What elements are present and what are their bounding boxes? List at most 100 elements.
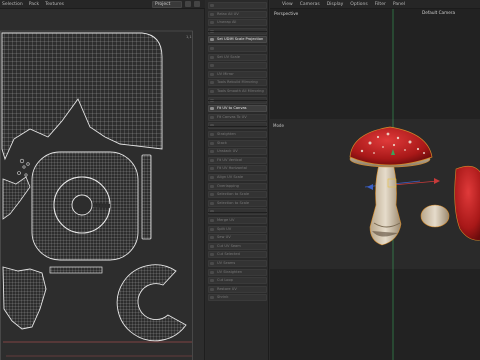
tool-separator bbox=[208, 125, 267, 127]
tool-item[interactable]: Fit Canvas To UV bbox=[208, 113, 267, 121]
tool-item-label: Relax All UV bbox=[217, 11, 239, 16]
menu-view[interactable]: View bbox=[282, 2, 293, 7]
tool-item-label: Align UV Scale bbox=[217, 175, 244, 179]
uv-island-stem-strip bbox=[141, 154, 152, 240]
tool-item-icon bbox=[210, 72, 214, 76]
tool-item[interactable] bbox=[208, 2, 267, 9]
tool-item-label: Cut Loop bbox=[217, 278, 233, 283]
tool-item[interactable]: Merge UV bbox=[208, 217, 267, 224]
3d-viewport[interactable]: View Cameras Display Options Filter Pane… bbox=[270, 0, 480, 360]
tool-item-icon bbox=[210, 150, 214, 154]
project-dropdown[interactable]: Project bbox=[152, 1, 182, 8]
tool-item-icon bbox=[210, 279, 214, 283]
uv-island-ring-hole bbox=[71, 194, 93, 216]
tool-item[interactable]: UV Mirror bbox=[208, 70, 267, 78]
settings-icon[interactable] bbox=[185, 1, 191, 7]
tool-item-icon bbox=[210, 270, 214, 274]
perspective-label[interactable]: Perspective bbox=[274, 11, 298, 16]
tool-item[interactable]: Cut Selected bbox=[208, 251, 267, 259]
tool-item[interactable]: Split UV bbox=[208, 225, 267, 233]
tool-separator bbox=[208, 31, 267, 33]
uv-editor-menubar: Selection Pack Textures Project bbox=[0, 0, 205, 9]
uv-island-bottom-left bbox=[2, 266, 47, 330]
tool-item-icon bbox=[210, 227, 214, 231]
tool-item-icon bbox=[210, 81, 214, 85]
tool-item-icon bbox=[210, 133, 214, 136]
tool-item-label: Selection to Scale bbox=[217, 192, 250, 197]
tool-item[interactable]: Unstack UV bbox=[208, 148, 267, 156]
tool-item-label: Unwrap All bbox=[217, 20, 237, 25]
uv-island-cap-top bbox=[1, 32, 163, 161]
tool-item[interactable]: UV Straighten bbox=[208, 268, 267, 276]
menu-options[interactable]: Options bbox=[350, 2, 367, 7]
tool-item[interactable]: Sew UV bbox=[208, 234, 267, 242]
tool-separator bbox=[208, 100, 267, 102]
tool-item[interactable] bbox=[208, 45, 267, 52]
tool-item-icon bbox=[210, 193, 214, 197]
tool-item-icon bbox=[210, 21, 214, 25]
tool-item-icon bbox=[210, 236, 214, 240]
tool-item[interactable]: Shrink bbox=[208, 294, 267, 302]
tool-item-label: Stack bbox=[217, 140, 227, 145]
uv-editor-panel[interactable]: Selection Pack Textures Project 1,1 bbox=[0, 0, 205, 360]
tool-item[interactable]: Stack bbox=[208, 139, 267, 147]
tool-item[interactable]: Unwrap All bbox=[208, 19, 267, 27]
tool-item-label: Unstack UV bbox=[217, 149, 238, 154]
tool-item-icon bbox=[210, 90, 214, 93]
tool-item-label: Set UDIM Scale Projection bbox=[217, 37, 264, 42]
tool-item[interactable]: Selection to Scale bbox=[208, 191, 267, 199]
tool-item[interactable]: Fit UV Horizontal bbox=[208, 165, 267, 173]
tool-item-label: Overlapping bbox=[217, 183, 239, 188]
menu-cameras[interactable]: Cameras bbox=[300, 2, 320, 7]
tool-item-icon bbox=[210, 158, 214, 162]
project-dropdown-value: Project bbox=[155, 2, 171, 7]
tool-item-label: Cut Selected bbox=[217, 252, 240, 257]
camera-label[interactable]: Default Camera bbox=[422, 10, 455, 15]
tool-item-icon bbox=[210, 262, 214, 265]
tool-item[interactable]: Cut UV Seam bbox=[208, 242, 267, 250]
uv-canvas[interactable]: 1,1 bbox=[0, 9, 205, 360]
expand-icon[interactable] bbox=[194, 1, 200, 7]
uv-island-small-dots bbox=[17, 158, 30, 177]
tool-item[interactable]: Fit UV to Canvas bbox=[208, 105, 267, 113]
tool-item[interactable]: Straighten bbox=[208, 131, 267, 138]
tool-item-label: Split UV bbox=[217, 226, 232, 231]
tool-item-label: Tools Smooth All Mirroring bbox=[217, 89, 264, 93]
uv-tile-label: 1,1 bbox=[186, 35, 192, 39]
tool-item-icon bbox=[210, 107, 214, 111]
tool-item[interactable]: Overlapping bbox=[208, 182, 267, 190]
tool-item[interactable]: Restore UV bbox=[208, 285, 267, 293]
uv-tools-panel: Relax All UV Unwrap All Set UDIM Scale Pro… bbox=[206, 0, 269, 360]
tool-item-icon bbox=[210, 141, 214, 145]
tool-item[interactable]: Set UV Scale bbox=[208, 53, 267, 61]
menu-display[interactable]: Display bbox=[327, 2, 344, 7]
tool-item[interactable]: Relax All UV bbox=[208, 10, 267, 18]
tool-item-icon bbox=[210, 184, 214, 188]
tool-item-icon bbox=[210, 201, 214, 205]
tool-item-label: Fit UV Vertical bbox=[217, 157, 243, 162]
menu-pack[interactable]: Pack bbox=[29, 2, 39, 7]
tool-item-label: Fit UV to Canvas bbox=[217, 106, 247, 111]
tool-item[interactable]: Tools Smooth All Mirroring bbox=[208, 88, 267, 95]
tool-item-label: Shrink bbox=[217, 295, 229, 300]
tool-item-label: Straighten bbox=[217, 132, 236, 136]
uv-island-c-shape bbox=[116, 264, 187, 342]
tool-item-label: Merge UV bbox=[217, 218, 235, 222]
tool-item[interactable]: Tools Rebuild Mirroring bbox=[208, 79, 267, 87]
tool-item[interactable]: Align UV Scale bbox=[208, 174, 267, 181]
menu-filter[interactable]: Filter bbox=[375, 2, 386, 7]
menu-textures[interactable]: Textures bbox=[45, 2, 64, 7]
tool-item[interactable]: UV Seams bbox=[208, 260, 267, 267]
viewport-canvas[interactable] bbox=[270, 9, 480, 360]
tool-item-label: Set UV Scale bbox=[217, 54, 240, 59]
tool-item[interactable]: Cut Loop bbox=[208, 277, 267, 285]
mode-label[interactable]: Mode bbox=[273, 123, 284, 128]
tool-item[interactable]: Selection to Scale bbox=[208, 199, 267, 207]
app-window: Selection Pack Textures Project 1,1 Rela… bbox=[0, 0, 480, 360]
menu-panel[interactable]: Panel bbox=[393, 2, 405, 7]
tool-item-label: Selection to Scale bbox=[217, 200, 250, 205]
tool-item[interactable]: Set UDIM Scale Projection bbox=[208, 36, 267, 44]
menu-selection[interactable]: Selection bbox=[2, 2, 23, 7]
tool-item[interactable] bbox=[208, 62, 267, 70]
tool-item[interactable]: Fit UV Vertical bbox=[208, 156, 267, 164]
